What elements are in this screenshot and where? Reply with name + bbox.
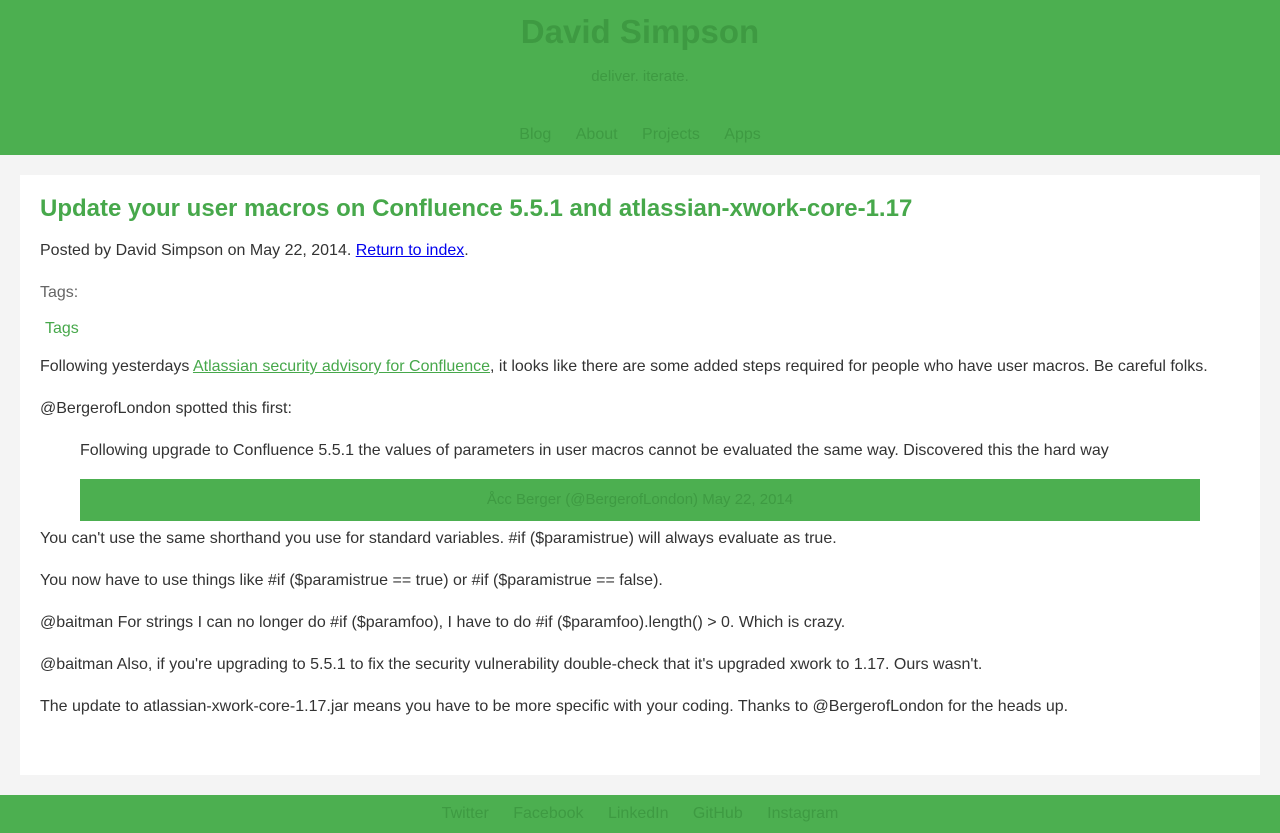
paragraph-3: You can't use the same shorthand you use… <box>40 530 837 547</box>
post-byline: Posted by David Simpson on May 22, 2014. <box>40 242 356 259</box>
paragraph-1: Following yesterdays Atlassian security … <box>40 357 1240 377</box>
paragraph-4: You now have to use things like #if ($pa… <box>40 572 663 589</box>
return-to-index-link[interactable]: Return to index <box>356 242 465 259</box>
post-meta: Posted by David Simpson on May 22, 2014.… <box>40 241 1240 261</box>
footer-linkedin-link[interactable]: LinkedIn <box>608 805 669 822</box>
footer-twitter-link[interactable]: Twitter <box>442 805 489 822</box>
nav-about[interactable]: About <box>576 126 618 143</box>
tweet-text: Following upgrade to Confluence 5.5.1 th… <box>80 442 1109 459</box>
nav-projects[interactable]: Projects <box>642 126 700 143</box>
paragraph-5: @baitman For strings I can no longer do … <box>40 614 846 631</box>
main-nav: Blog About Projects Apps <box>0 126 1280 144</box>
nav-apps[interactable]: Apps <box>724 126 760 143</box>
nav-blog[interactable]: Blog <box>519 126 551 143</box>
site-header: David Simpson deliver. iterate. Blog Abo… <box>0 0 1280 155</box>
site-footer: Twitter Facebook LinkedIn GitHub Instagr… <box>0 795 1280 833</box>
footer-instagram-link[interactable]: Instagram <box>767 805 838 822</box>
security-advisory-link[interactable]: Atlassian security advisory for Confluen… <box>193 358 490 375</box>
footer-github-link[interactable]: GitHub <box>693 805 743 822</box>
site-title[interactable]: David Simpson <box>0 0 1280 50</box>
tag-item[interactable]: Tags <box>45 319 1240 339</box>
paragraph-7: The update to atlassian-xwork-core-1.17.… <box>40 698 1069 715</box>
tags-label: Tags: <box>40 284 79 301</box>
post-title: Update your user macros on Confluence 5.… <box>40 195 913 222</box>
paragraph-1-before: Following yesterdays <box>40 358 193 375</box>
post-card: Update your user macros on Confluence 5.… <box>20 175 1260 775</box>
paragraph-2: @BergerofLondon spotted this first: <box>40 400 292 417</box>
site-tagline: deliver. iterate. <box>591 68 689 85</box>
paragraph-6: @baitman Also, if you're upgrading to 5.… <box>40 656 983 673</box>
post-content: Following yesterdays Atlassian security … <box>40 357 1240 717</box>
paragraph-1-after: , it looks like there are some added ste… <box>490 358 1208 375</box>
footer-facebook-link[interactable]: Facebook <box>513 805 583 822</box>
tweet-citation[interactable]: Åcc Berger (@BergerofLondon) May 22, 201… <box>80 479 1200 521</box>
tweet-quote: Following upgrade to Confluence 5.5.1 th… <box>80 441 1200 521</box>
post-meta-suffix: . <box>464 242 469 259</box>
